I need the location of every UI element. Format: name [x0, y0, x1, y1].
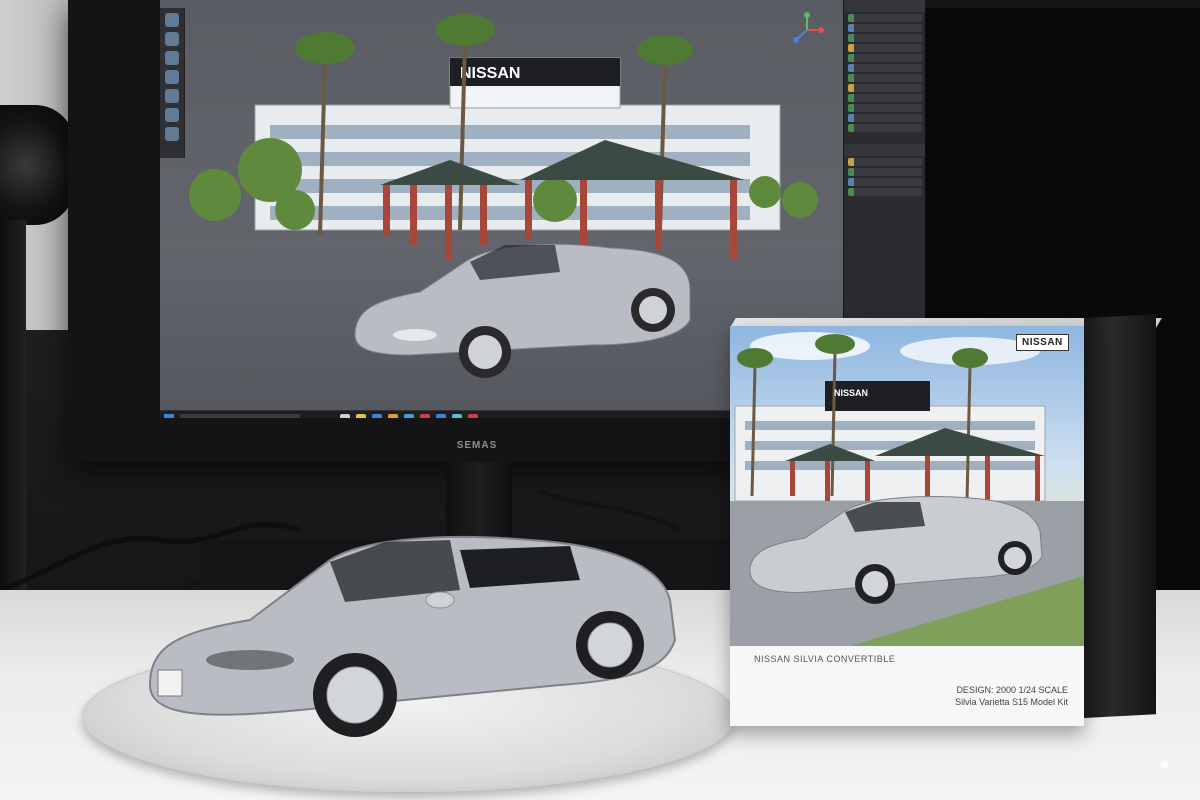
app-icon[interactable]: [468, 414, 478, 418]
outliner-item[interactable]: [848, 124, 922, 132]
properties-item[interactable]: [848, 188, 922, 196]
box-artwork: NISSAN: [730, 326, 1084, 646]
app-icon[interactable]: [404, 414, 414, 418]
app-icon[interactable]: [436, 414, 446, 418]
file-explorer-icon[interactable]: [356, 414, 366, 418]
outliner-item[interactable]: [848, 104, 922, 112]
box-spec-line-2: Silvia Varietta S15 Model Kit: [955, 697, 1068, 707]
box-nissan-logo: NISSAN: [1016, 334, 1069, 351]
outliner-item[interactable]: [848, 54, 922, 62]
properties-item[interactable]: [848, 168, 922, 176]
outliner-item[interactable]: [848, 14, 922, 22]
app-icon[interactable]: [452, 414, 462, 418]
box-spec-text: DESIGN: 2000 1/24 SCALE Silvia Varietta …: [955, 684, 1068, 708]
outliner-item[interactable]: [848, 84, 922, 92]
box-scene: [730, 332, 1084, 646]
model-car: [148, 535, 677, 737]
outliner-item[interactable]: [848, 74, 922, 82]
box-side-panel: [1084, 314, 1156, 718]
task-view-icon[interactable]: [340, 414, 350, 418]
outliner-item[interactable]: [848, 34, 922, 42]
sparkle-icon: ✦: [1157, 755, 1173, 775]
camera-lens-icon: [0, 105, 75, 225]
building: [254, 57, 781, 231]
outliner-item[interactable]: [848, 114, 922, 122]
taskbar-search-input[interactable]: [180, 414, 300, 418]
properties-item[interactable]: [848, 158, 922, 166]
properties-item[interactable]: [848, 178, 922, 186]
outliner-item[interactable]: [848, 64, 922, 72]
product-box: NISSAN NISSAN NISSAN SILVIA CONVERTIBLE …: [730, 326, 1084, 726]
box-caption: NISSAN SILVIA CONVERTIBLE: [754, 654, 896, 664]
screen-car-model: [354, 243, 691, 378]
box-building-sign: NISSAN: [834, 388, 869, 398]
start-button-icon[interactable]: [164, 414, 174, 418]
outliner-item[interactable]: [848, 94, 922, 102]
screen-building-sign: NISSAN: [460, 65, 520, 82]
edge-browser-icon[interactable]: [372, 414, 382, 418]
outliner-item[interactable]: [848, 44, 922, 52]
outliner-item[interactable]: [848, 24, 922, 32]
box-spec-line-1: DESIGN: 2000 1/24 SCALE: [956, 685, 1068, 695]
blender-app-icon[interactable]: [388, 414, 398, 418]
orientation-gizmo-icon[interactable]: [789, 12, 825, 48]
chrome-browser-icon[interactable]: [420, 414, 430, 418]
